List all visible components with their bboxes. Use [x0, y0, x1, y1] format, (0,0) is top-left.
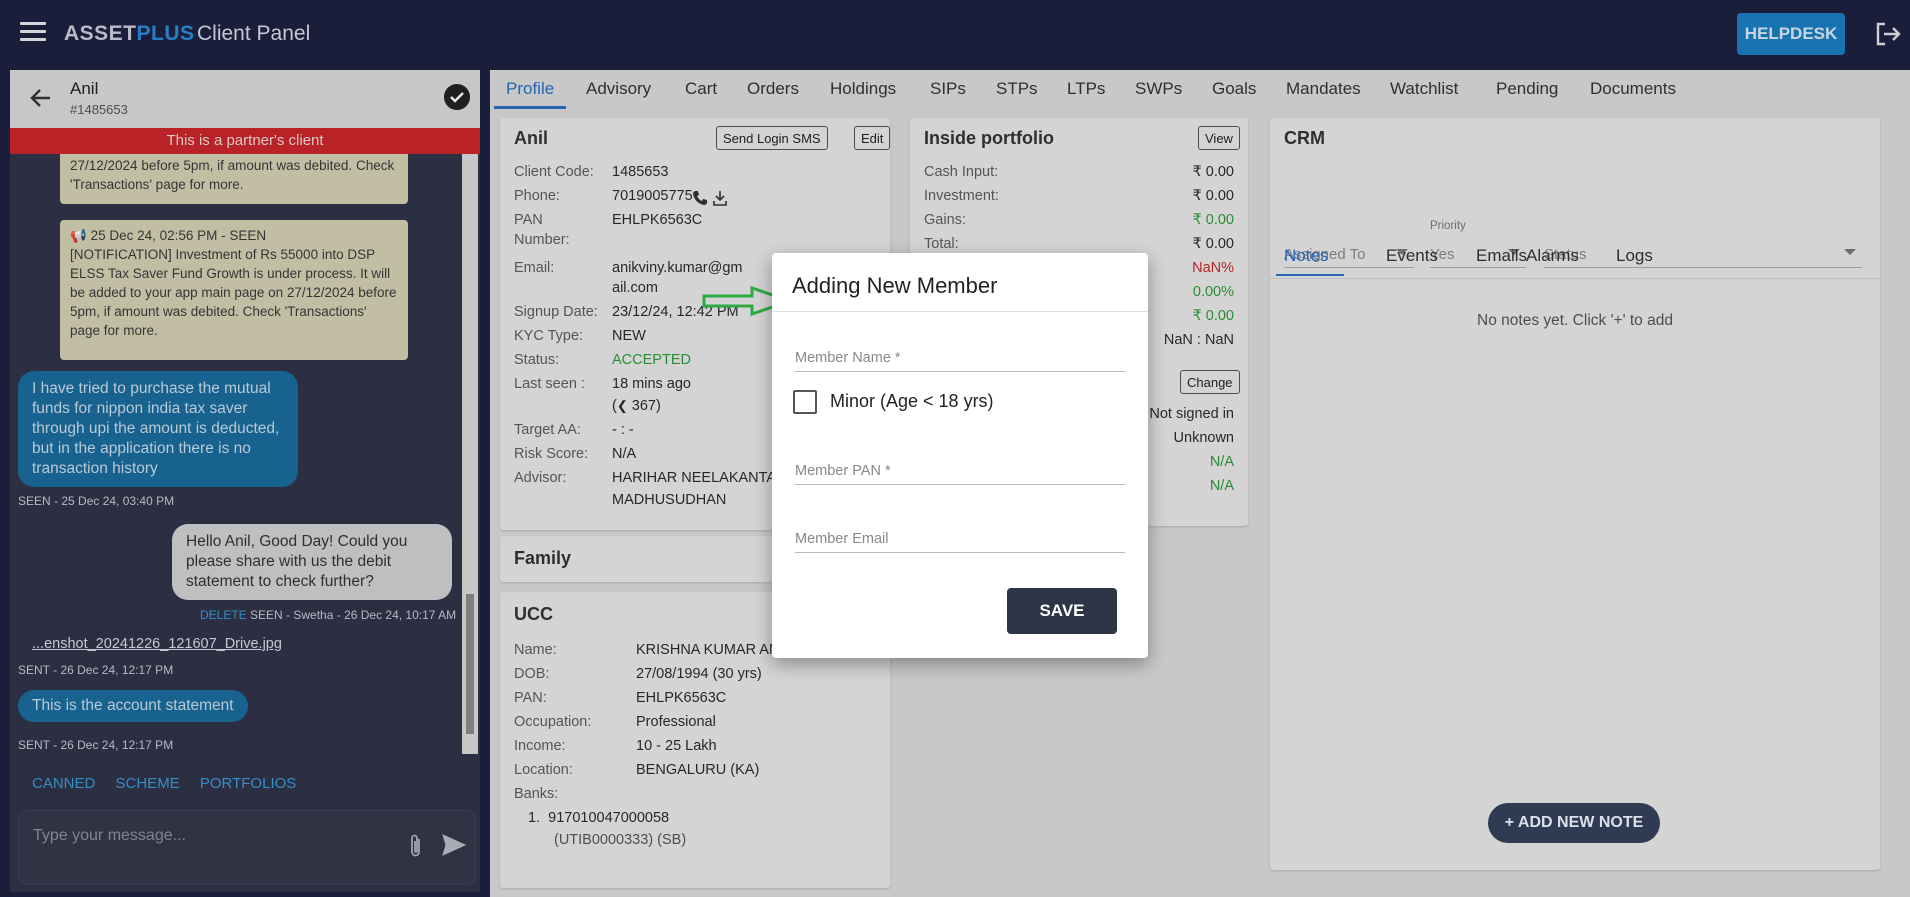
- minor-checkbox[interactable]: [793, 390, 817, 414]
- save-button[interactable]: SAVE: [1007, 588, 1117, 634]
- minor-label: Minor (Age < 18 yrs): [830, 391, 994, 411]
- add-new-note-button[interactable]: + ADD NEW NOTE: [1488, 803, 1660, 843]
- dialog-divider: [772, 311, 1148, 312]
- member-name-field[interactable]: Member Name *: [795, 344, 1125, 372]
- dialog-title: Adding New Member: [792, 273, 998, 298]
- add-member-dialog: Adding New Member Member Name * Minor (A…: [772, 253, 1148, 658]
- member-email-field[interactable]: Member Email: [795, 525, 1125, 553]
- member-pan-field[interactable]: Member PAN *: [795, 457, 1125, 485]
